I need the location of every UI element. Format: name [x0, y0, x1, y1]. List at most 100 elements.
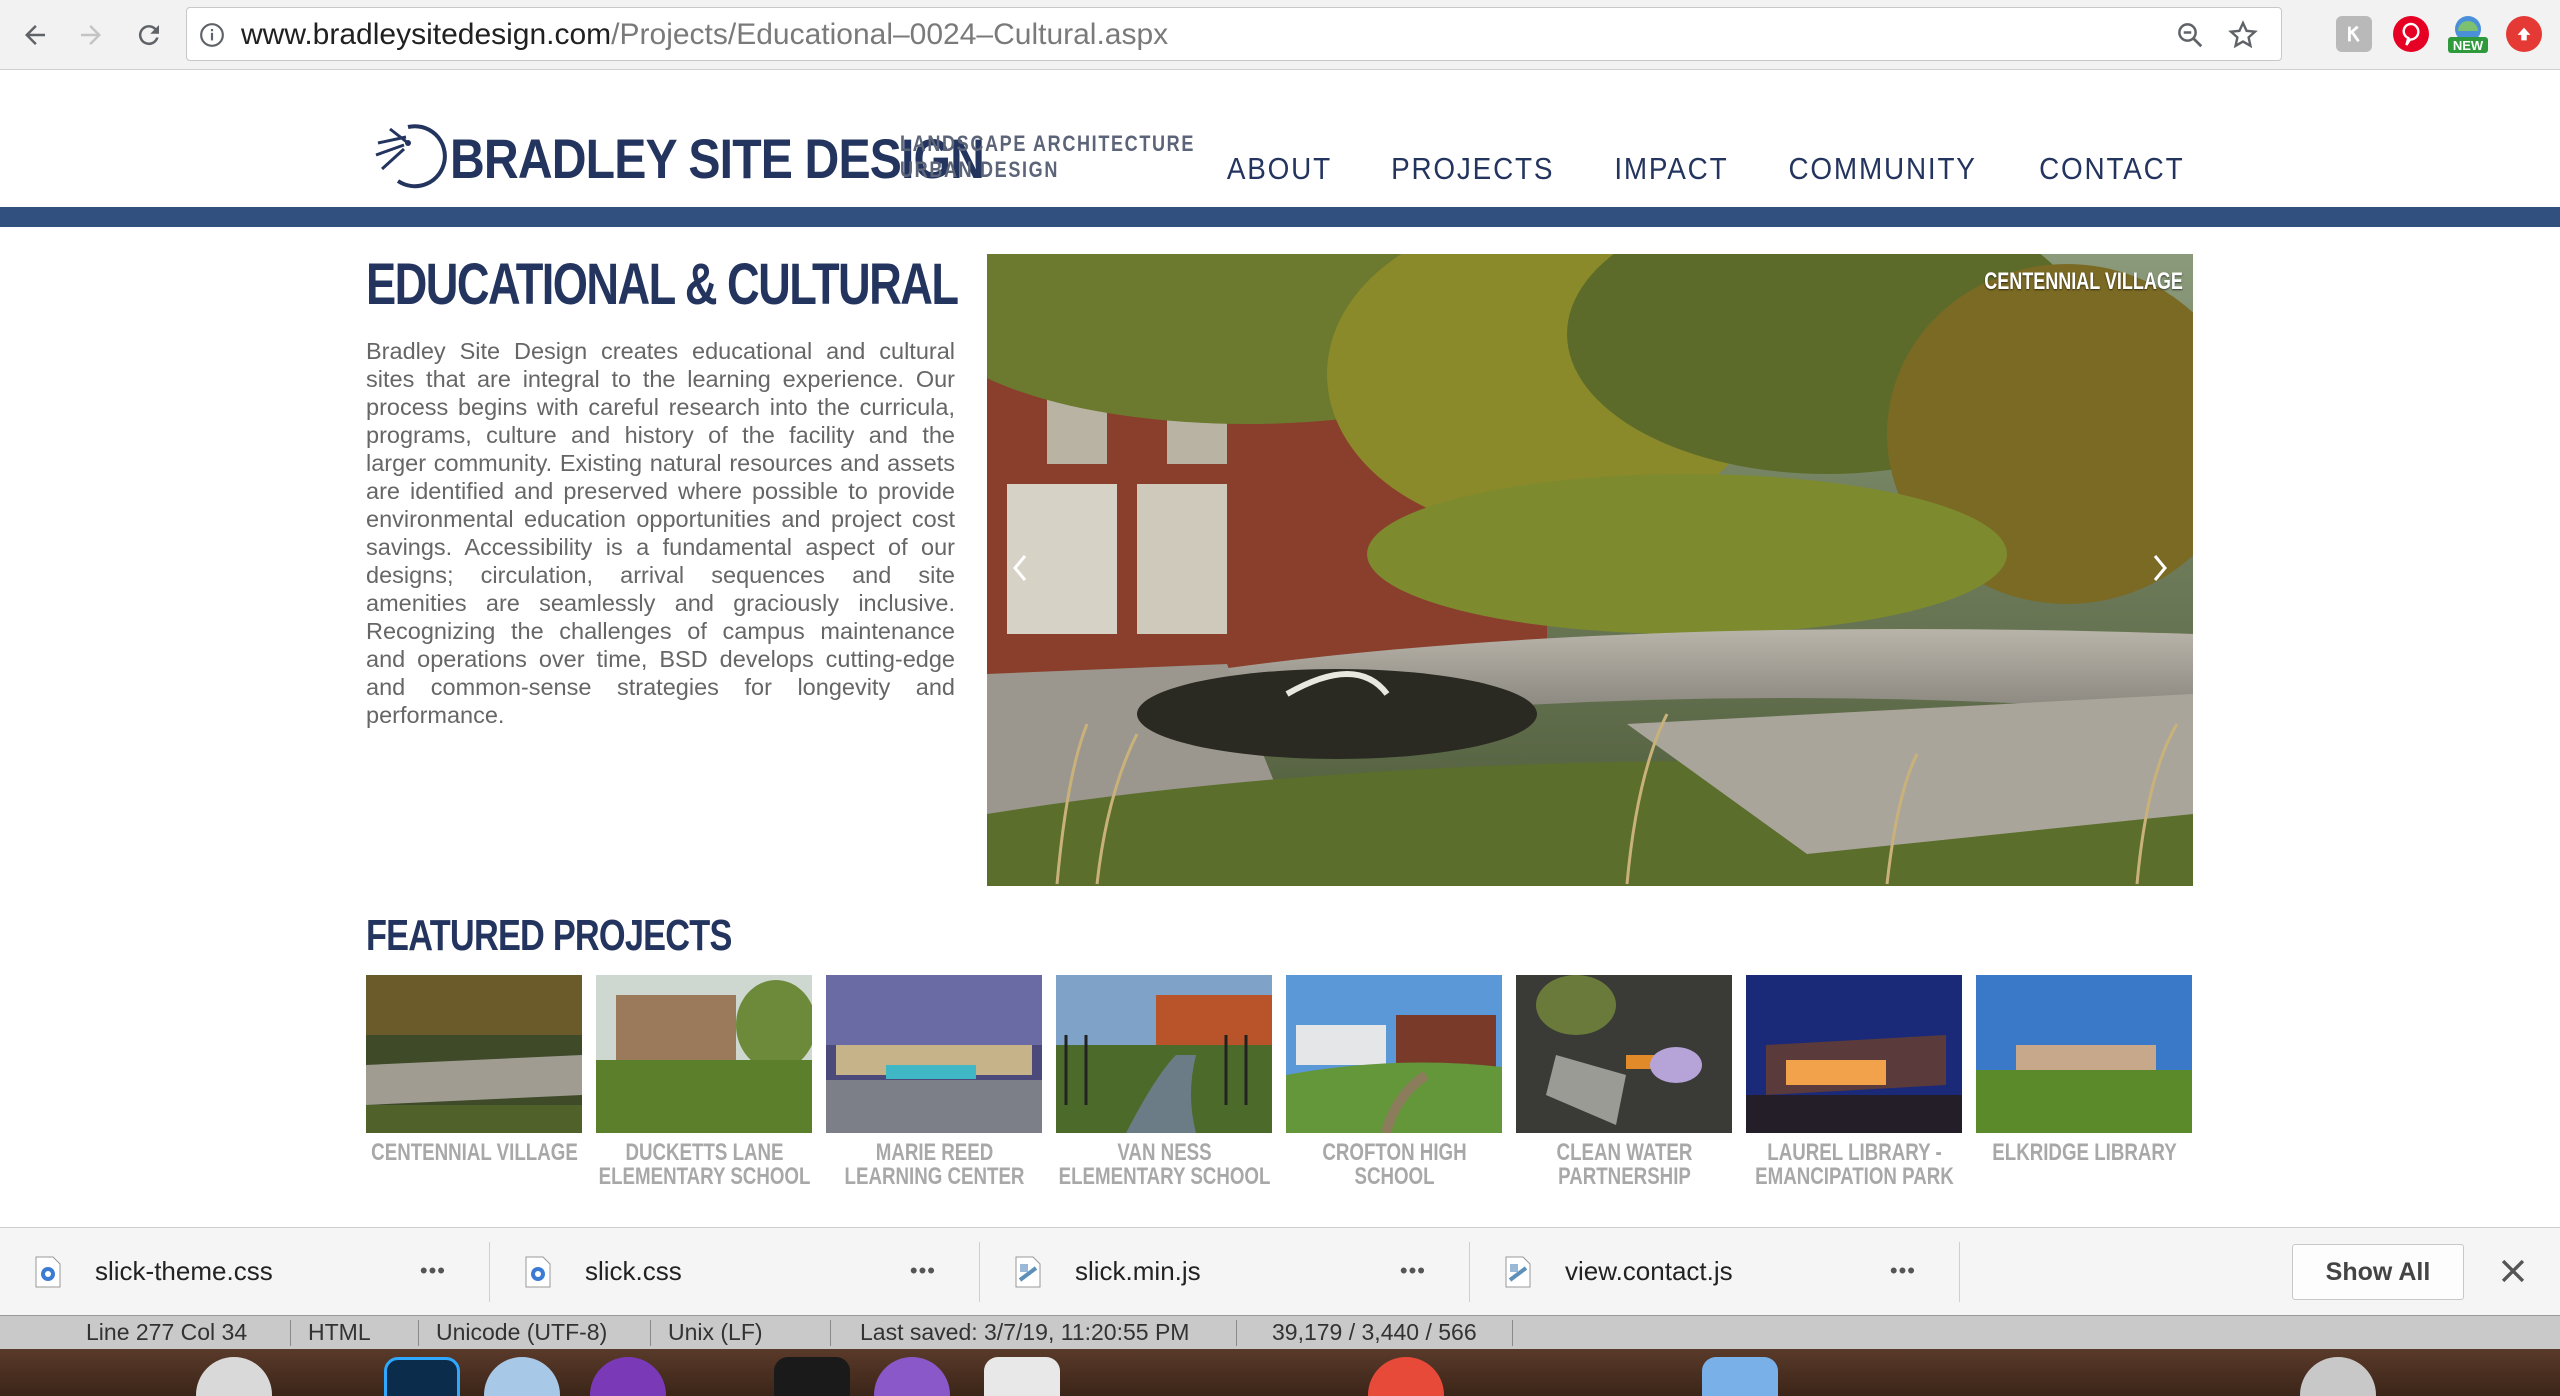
- project-card[interactable]: LAUREL LIBRARY - EMANCIPATION PARK: [1746, 975, 1962, 1189]
- downloads-shelf: slick-theme.css ••• slick.css ••• slick.…: [0, 1227, 2560, 1315]
- photoshop-icon[interactable]: [384, 1357, 460, 1396]
- project-caption[interactable]: MARIE REED LEARNING CENTER: [826, 1141, 1042, 1189]
- project-caption[interactable]: CENTENNIAL VILLAGE: [366, 1141, 582, 1165]
- project-caption[interactable]: CROFTON HIGH SCHOOL: [1286, 1141, 1502, 1189]
- project-thumbnail[interactable]: [1516, 975, 1732, 1133]
- divider: [650, 1320, 651, 1346]
- forward-arrow-icon: [81, 25, 101, 45]
- header-divider-bar: [0, 207, 2560, 227]
- project-card[interactable]: CLEAN WATER PARTNERSHIP: [1516, 975, 1732, 1189]
- folder-icon[interactable]: [1702, 1357, 1778, 1396]
- encoding-selector[interactable]: Unicode (UTF-8): [436, 1319, 607, 1346]
- project-caption[interactable]: LAUREL LIBRARY - EMANCIPATION PARK: [1746, 1141, 1962, 1189]
- url-text[interactable]: www.bradleysitedesign.com/Projects/Educa…: [241, 19, 1168, 51]
- divider: [1512, 1320, 1513, 1346]
- logo-tagline: LANDSCAPE ARCHITECTURE URBAN DESIGN: [900, 131, 1195, 183]
- dock-app-icon[interactable]: [590, 1357, 666, 1396]
- project-card[interactable]: MARIE REED LEARNING CENTER: [826, 975, 1042, 1189]
- project-thumbnail[interactable]: [1056, 975, 1272, 1133]
- red-upload-icon[interactable]: [2506, 16, 2542, 52]
- project-thumbnail[interactable]: [1746, 975, 1962, 1133]
- close-icon[interactable]: [2496, 1254, 2530, 1288]
- project-caption[interactable]: CLEAN WATER PARTNERSHIP: [1516, 1141, 1732, 1189]
- show-all-downloads-button[interactable]: Show All: [2292, 1244, 2464, 1300]
- download-item[interactable]: slick.css •••: [490, 1228, 980, 1316]
- line-endings-selector[interactable]: Unix (LF): [668, 1319, 763, 1346]
- download-filename[interactable]: slick.min.js: [1075, 1256, 1201, 1287]
- nav-projects[interactable]: PROJECTS: [1391, 151, 1554, 187]
- reload-button[interactable]: [128, 14, 170, 56]
- project-thumbnail[interactable]: [826, 975, 1042, 1133]
- nav-contact[interactable]: CONTACT: [2040, 151, 2185, 187]
- grey-extension-icon[interactable]: [2336, 16, 2372, 52]
- info-icon[interactable]: [199, 22, 225, 48]
- slideshow-next-button[interactable]: [2137, 538, 2183, 598]
- trash-icon[interactable]: [2300, 1357, 2376, 1396]
- nav-about[interactable]: ABOUT: [1227, 151, 1332, 187]
- featured-projects-title: FEATURED PROJECTS: [366, 911, 732, 960]
- project-card[interactable]: CENTENNIAL VILLAGE: [366, 975, 582, 1165]
- project-caption[interactable]: VAN NESS ELEMENTARY SCHOOL: [1056, 1141, 1272, 1189]
- document-counts: 39,179 / 3,440 / 566: [1272, 1319, 1477, 1345]
- terminal-icon[interactable]: [774, 1357, 850, 1396]
- nav-impact[interactable]: IMPACT: [1614, 151, 1728, 187]
- site-logo[interactable]: BRADLEY SITE DESIGN LANDSCAPE ARCHITECTU…: [368, 115, 1193, 195]
- svg-text:NEW: NEW: [2453, 38, 2484, 53]
- download-more-button[interactable]: •••: [910, 1258, 936, 1284]
- css-file-icon: [35, 1256, 61, 1288]
- back-button[interactable]: [14, 14, 56, 56]
- project-card[interactable]: VAN NESS ELEMENTARY SCHOOL: [1056, 975, 1272, 1189]
- project-caption[interactable]: ELKRIDGE LIBRARY: [1976, 1141, 2192, 1165]
- divider: [830, 1320, 831, 1346]
- reload-icon: [138, 25, 159, 46]
- back-arrow-icon: [25, 25, 45, 45]
- project-card[interactable]: DUCKETTS LANE ELEMENTARY SCHOOL: [596, 975, 812, 1189]
- chevron-left-icon: [1013, 555, 1027, 581]
- dock-app-icon[interactable]: [874, 1357, 950, 1396]
- divider: [1959, 1242, 1960, 1302]
- js-file-icon: [1015, 1256, 1041, 1288]
- project-card[interactable]: ELKRIDGE LIBRARY: [1976, 975, 2192, 1165]
- css-file-icon: [525, 1256, 551, 1288]
- language-selector[interactable]: HTML: [308, 1319, 371, 1346]
- web-page: BRADLEY SITE DESIGN LANDSCAPE ARCHITECTU…: [0, 71, 2560, 1227]
- intro-paragraph: Bradley Site Design creates educational …: [366, 338, 955, 728]
- dock-app-icon[interactable]: [984, 1357, 1060, 1396]
- dock-app-icon[interactable]: [196, 1357, 272, 1396]
- project-thumbnail[interactable]: [596, 975, 812, 1133]
- browser-toolbar: www.bradleysitedesign.com/Projects/Educa…: [0, 0, 2560, 70]
- divider: [418, 1320, 419, 1346]
- bookmark-star-icon[interactable]: [2227, 19, 2259, 51]
- new-extension-icon[interactable]: NEW: [2446, 14, 2490, 54]
- project-thumbnail[interactable]: [1976, 975, 2192, 1133]
- download-item[interactable]: slick-theme.css •••: [0, 1228, 490, 1316]
- page-title: EDUCATIONAL & CULTURAL: [366, 252, 959, 317]
- zoom-out-icon[interactable]: [2175, 20, 2205, 50]
- slideshow-prev-button[interactable]: [997, 538, 1043, 598]
- address-bar[interactable]: www.bradleysitedesign.com/Projects/Educa…: [186, 7, 2282, 61]
- download-filename[interactable]: slick.css: [585, 1256, 682, 1287]
- download-item[interactable]: view.contact.js •••: [1470, 1228, 1960, 1316]
- pinterest-icon[interactable]: [2393, 16, 2429, 52]
- hero-slideshow[interactable]: CENTENNIAL VILLAGE: [987, 254, 2193, 886]
- download-more-button[interactable]: •••: [420, 1258, 446, 1284]
- project-thumbnail[interactable]: [1286, 975, 1502, 1133]
- project-caption[interactable]: DUCKETTS LANE ELEMENTARY SCHOOL: [596, 1141, 812, 1189]
- chrome-icon[interactable]: [1368, 1357, 1444, 1396]
- project-card[interactable]: CROFTON HIGH SCHOOL: [1286, 975, 1502, 1189]
- project-thumbnail[interactable]: [366, 975, 582, 1133]
- forward-button[interactable]: [70, 14, 112, 56]
- last-saved-text: Last saved: 3/7/19, 11:20:55 PM: [860, 1319, 1190, 1345]
- safari-icon[interactable]: [484, 1357, 560, 1396]
- download-filename[interactable]: view.contact.js: [1565, 1256, 1733, 1287]
- download-more-button[interactable]: •••: [1890, 1258, 1916, 1284]
- download-item[interactable]: slick.min.js •••: [980, 1228, 1470, 1316]
- cursor-position[interactable]: Line 277 Col 34: [86, 1319, 247, 1346]
- url-path: /Projects/Educational–0024–Cultural.aspx: [611, 18, 1169, 51]
- download-more-button[interactable]: •••: [1400, 1258, 1426, 1284]
- download-filename[interactable]: slick-theme.css: [95, 1256, 273, 1287]
- url-host: www.bradleysitedesign.com: [241, 18, 612, 51]
- nav-community[interactable]: COMMUNITY: [1789, 151, 1977, 187]
- hero-caption: CENTENNIAL VILLAGE: [1984, 268, 2183, 295]
- chevron-right-icon: [2153, 555, 2167, 581]
